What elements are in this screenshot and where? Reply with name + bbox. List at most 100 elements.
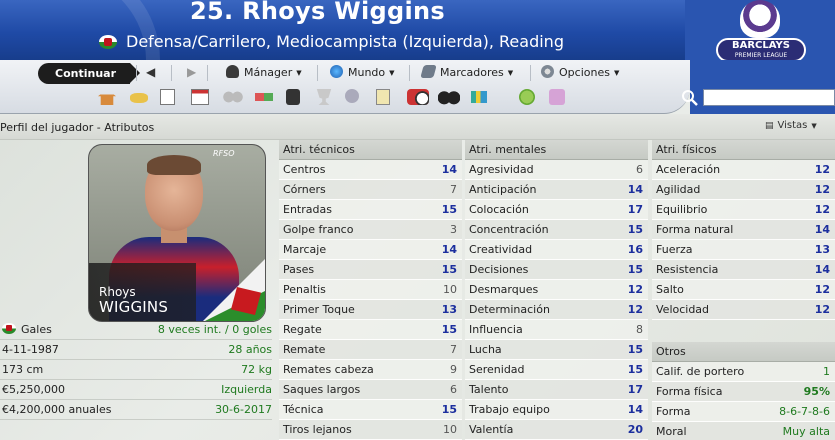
table-row: Serenidad 15 xyxy=(465,360,648,380)
back-arrow-icon[interactable]: ◀ xyxy=(146,65,155,79)
table-row: Saques largos 6 xyxy=(279,380,462,400)
table-row: Aceleración 12 xyxy=(652,160,835,180)
wales-flag-icon xyxy=(2,323,16,334)
scoreboard-icon xyxy=(420,65,437,78)
info-row-age: 4-11-1987 28 años xyxy=(0,340,272,360)
table-row: Velocidad 12 xyxy=(652,300,835,320)
match-icon[interactable] xyxy=(407,89,429,105)
table-row: Centros 14 xyxy=(279,160,462,180)
table-row: Desmarques 12 xyxy=(465,280,648,300)
table-row: Remate 7 xyxy=(279,340,462,360)
inbox-icon[interactable] xyxy=(130,93,148,103)
search-icon[interactable] xyxy=(681,89,699,107)
table-row: Agilidad 12 xyxy=(652,180,835,200)
section-title: Perfil del jugador - Atributos xyxy=(0,121,155,134)
technical-attributes-table: Atri. técnicos Centros 14 Córners 7 Entrad… xyxy=(279,140,462,440)
tactics-icon[interactable] xyxy=(286,89,300,105)
home-icon[interactable] xyxy=(98,89,116,105)
chevron-down-icon: ▼ xyxy=(507,69,514,77)
faq-icon[interactable] xyxy=(549,89,565,105)
table-row: Concentración 15 xyxy=(465,220,648,240)
table-row: Penaltis 10 xyxy=(279,280,462,300)
menu-options[interactable]: Opciones ▼ xyxy=(541,65,619,79)
section-header: Perfil del jugador - Atributos ▤ Vistas ▼ xyxy=(0,114,835,140)
premier-league-logo[interactable]: BARCLAYS PREMIER LEAGUE xyxy=(713,0,811,60)
trophy-icon[interactable] xyxy=(316,89,332,105)
clipboard-icon[interactable] xyxy=(376,89,390,105)
table-row: Talento 17 xyxy=(465,380,648,400)
table-row: Técnica 15 xyxy=(279,400,462,420)
others-table: Calif. de portero 1 Forma física 95% Forma… xyxy=(652,362,835,440)
finances-icon[interactable] xyxy=(471,91,487,103)
info-row-contract: €4,200,000 anuales 30-6-2017 xyxy=(0,400,272,420)
table-row: Forma 8-6-7-8-6 xyxy=(652,402,835,422)
table-row: Resistencia 14 xyxy=(652,260,835,280)
page-title: 25. Rhoys Wiggins xyxy=(190,0,445,25)
main-toolbar: Continuar ◀ ▶ Mánager ▼ Mundo ▼ Marcadores… xyxy=(0,60,690,114)
table-row: Marcaje 14 xyxy=(279,240,462,260)
table-row: Determinación 12 xyxy=(465,300,648,320)
photo-first-name: Rhoys xyxy=(99,285,136,299)
transfers-icon[interactable] xyxy=(255,93,273,101)
table-row: Regate 15 xyxy=(279,320,462,340)
table-row: Entradas 15 xyxy=(279,200,462,220)
chevron-down-icon: ▼ xyxy=(613,69,620,77)
lion-crest-icon xyxy=(740,0,780,38)
club-crest-watermark xyxy=(0,0,160,60)
menu-world[interactable]: Mundo ▼ xyxy=(330,65,395,79)
forward-arrow-icon[interactable]: ▶ xyxy=(187,65,196,79)
calendar-icon[interactable] xyxy=(191,89,209,105)
table-row: Calif. de portero 1 xyxy=(652,362,835,382)
table-row: Lucha 15 xyxy=(465,340,648,360)
squad-icon[interactable] xyxy=(222,89,244,105)
info-row-height-weight: 173 cm 72 kg xyxy=(0,360,272,380)
chevron-down-icon: ▼ xyxy=(296,69,302,77)
menu-scores[interactable]: Marcadores ▼ xyxy=(420,65,514,79)
table-row: Salto 12 xyxy=(652,280,835,300)
table-row: Colocación 17 xyxy=(465,200,648,220)
notes-icon[interactable] xyxy=(160,89,175,105)
table-row: Creatividad 16 xyxy=(465,240,648,260)
physical-attributes-table: Atri. físicos Aceleración 12 Agilidad 12 E… xyxy=(652,140,835,440)
page-header: 25. Rhoys Wiggins Defensa/Carrilero, Med… xyxy=(0,0,835,60)
table-row: Agresividad 6 xyxy=(465,160,648,180)
mental-attributes-table: Atri. mentales Agresividad 6 Anticipación… xyxy=(465,140,648,440)
table-row: Moral Muy alta xyxy=(652,422,835,440)
table-row: Remates cabeza 9 xyxy=(279,360,462,380)
table-row: Primer Toque 13 xyxy=(279,300,462,320)
table-row: Forma física 95% xyxy=(652,382,835,402)
help-icon[interactable] xyxy=(519,89,535,105)
table-row: Decisiones 15 xyxy=(465,260,648,280)
player-info: Gales 8 veces int. / 0 goles 4-11-1987 2… xyxy=(0,320,272,420)
table-row: Anticipación 14 xyxy=(465,180,648,200)
photo-last-name: WIGGINS xyxy=(99,298,169,316)
table-header: Atri. mentales xyxy=(465,140,648,160)
scouting-binoculars-icon[interactable] xyxy=(438,89,460,105)
manager-icon xyxy=(226,65,239,78)
table-header-others: Otros xyxy=(652,342,835,362)
table-row: Forma natural 14 xyxy=(652,220,835,240)
search-input[interactable] xyxy=(703,89,835,106)
table-row: Tiros lejanos 10 xyxy=(279,420,462,440)
table-row: Fuerza 13 xyxy=(652,240,835,260)
table-header: Atri. técnicos xyxy=(279,140,462,160)
player-positions: Defensa/Carrilero, Mediocampista (Izquie… xyxy=(126,32,564,51)
globe-icon xyxy=(330,65,343,78)
player-photo: RFSO Rhoys WIGGINS xyxy=(88,144,266,322)
photo-watermark: RFSO xyxy=(213,149,235,158)
chevron-down-icon: ▼ xyxy=(389,69,395,77)
table-row: Golpe franco 3 xyxy=(279,220,462,240)
views-icon: ▤ xyxy=(765,121,774,131)
staff-icon[interactable] xyxy=(345,89,359,103)
continue-button[interactable]: Continuar xyxy=(38,63,140,84)
views-dropdown[interactable]: ▤ Vistas ▼ xyxy=(765,120,817,131)
table-row: Córners 7 xyxy=(279,180,462,200)
menu-manager[interactable]: Mánager ▼ xyxy=(226,65,302,79)
table-header: Atri. físicos xyxy=(652,140,835,160)
table-row: Trabajo equipo 14 xyxy=(465,400,648,420)
info-row-value-foot: €5,250,000 Izquierda xyxy=(0,380,272,400)
table-row: Valentía 20 xyxy=(465,420,648,440)
chevron-down-icon: ▼ xyxy=(811,122,817,130)
table-row: Pases 15 xyxy=(279,260,462,280)
wales-flag-icon xyxy=(99,35,117,49)
